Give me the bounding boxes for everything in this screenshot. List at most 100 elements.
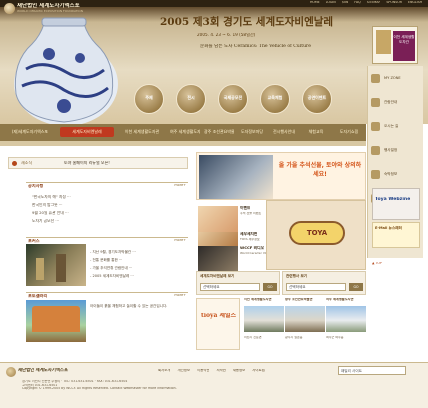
- gallery-photo[interactable]: [26, 300, 86, 342]
- museum-title: 광주 조선관요박물관: [285, 298, 313, 301]
- sales-text: tioya 세일즈: [201, 313, 237, 319]
- notice-more-link[interactable]: more+: [174, 184, 186, 188]
- museum-subtitle: 이천시 신둔면: [244, 336, 262, 339]
- festival-dates: 2005. 4. 23 ~ 6. 19 (58일간): [197, 33, 256, 37]
- biennale-select-box: 세계도자비엔날레 보기 선택하세요 GO: [196, 271, 280, 295]
- directions-icon: [371, 122, 380, 131]
- biennale-select[interactable]: 선택하세요: [200, 283, 260, 291]
- footer-link[interactable]: 회사소개: [158, 369, 170, 373]
- side-menu-lodging[interactable]: 숙박정보: [370, 168, 422, 182]
- museum-photo: [326, 306, 366, 332]
- myzone-icon: [371, 74, 380, 83]
- footer-link[interactable]: 개인정보: [177, 369, 189, 373]
- biennale-select-title: 세계도자비엔날레 보기: [200, 274, 235, 278]
- side-ad-banner[interactable]: 이천 세계생활도자관: [372, 26, 418, 64]
- side-menu-guide[interactable]: 관람안내: [370, 96, 422, 110]
- photo-more-link[interactable]: more+: [174, 294, 186, 298]
- list-item[interactable]: - 전통 문화를 통한 ···: [90, 258, 122, 262]
- top-nav-join[interactable]: JOIN: [342, 1, 349, 5]
- footer-link[interactable]: 저작권: [216, 369, 225, 373]
- news-ticker-label: 새소식: [21, 161, 33, 165]
- toya-logo-text: TOYA: [306, 229, 328, 237]
- biennale-go-button[interactable]: GO: [263, 283, 277, 291]
- event-go-button[interactable]: GO: [349, 283, 363, 291]
- list-item[interactable]: - 2005 세계도자비엔날레 ···: [90, 274, 134, 278]
- webzine-banner[interactable]: Toya Webzine: [372, 188, 420, 220]
- museum-subtitle: 여주군 여주읍: [326, 336, 344, 339]
- event-subtitle: 추석 선물 이벤트: [240, 212, 262, 215]
- event-select-box: 관련행사 보기 선택하세요 GO: [282, 271, 366, 295]
- nav-item-biennale[interactable]: 세계도자비엔날레: [60, 127, 114, 137]
- museum-thumb-gwangju[interactable]: 광주 조선관요박물관 광주시 실촌읍: [285, 298, 325, 350]
- nav-item-foundation[interactable]: (재)세계도자기엑스포: [4, 127, 56, 137]
- circle-theme[interactable]: 주제: [134, 84, 164, 114]
- list-item[interactable]: 9월 20일 휴관 안내 ···: [32, 211, 69, 215]
- sales-banner[interactable]: tioya 세일즈: [196, 298, 240, 350]
- chuseok-banner[interactable]: 올 가을 추석선물, 토야와 상의하세요!: [196, 152, 366, 200]
- top-link[interactable]: ▲ TOP: [372, 262, 382, 266]
- list-item[interactable]: - 지난 9월, 경기도자박물관 ···: [90, 250, 136, 254]
- top-nav-sponsor[interactable]: SPONSOR: [386, 1, 402, 5]
- list-item[interactable]: 도자기 공모전 ···: [32, 219, 59, 223]
- tax-title: 세무세지판: [240, 232, 258, 236]
- news-ticker-text[interactable]: 토야 홈페이지 리뉴얼 오픈!: [64, 161, 110, 166]
- side-menu-schedule-label: 행사일정: [384, 148, 398, 152]
- museum-thumb-icheon[interactable]: 이천 세계생활도자관 이천시 신둔면: [244, 298, 284, 350]
- footer-link[interactable]: 사이트맵: [252, 369, 264, 373]
- nav-item-shopping[interactable]: 도자기쇼핑: [334, 127, 364, 137]
- event-select[interactable]: 선택하세요: [286, 283, 346, 291]
- footer-logo-text: 재단법인 세계도자기엑스포: [18, 368, 69, 373]
- top-nav-home[interactable]: HOME: [310, 1, 320, 5]
- circle-events[interactable]: 공연이벤트: [302, 84, 332, 114]
- list-item[interactable]: 한국인의 밥그릇 ···: [32, 203, 63, 207]
- list-item[interactable]: - 가을 추석연휴 관람안내 ···: [90, 266, 132, 270]
- footer-address: 경기도 이천시 신둔면 수광리 · TEL: 031-631-6501 · FA…: [22, 380, 177, 391]
- top-nav-login[interactable]: LOGIN: [326, 1, 336, 5]
- circle-competition[interactable]: 국제공모전: [218, 84, 248, 114]
- footer-link[interactable]: 채용정보: [233, 369, 245, 373]
- nav-item-info[interactable]: 도자정보마당: [238, 127, 266, 137]
- side-menu-guide-label: 관람안내: [384, 100, 398, 104]
- museum-photo: [285, 306, 325, 332]
- nav-item-yeoju[interactable]: 여주 세계생활도자관: [170, 127, 200, 137]
- newsletter-label: E-Mail 뉴스레터: [375, 226, 402, 230]
- focus-photo[interactable]: [26, 244, 86, 286]
- top-nav-english[interactable]: ENGLISH: [408, 1, 422, 5]
- list-item[interactable]: "한국도자의 해" 지정 ···: [32, 195, 71, 199]
- side-menu-myzone[interactable]: MY ZONE: [370, 72, 422, 86]
- festival-title: 2005 제3회 경기도 세계도자비엔날레: [160, 16, 334, 28]
- top-nav-faq[interactable]: FAQ: [354, 1, 360, 5]
- vod-link[interactable]: WCCF 비디오 World Ceramic VOD: [196, 244, 270, 274]
- newsletter-banner[interactable]: E-Mail 뉴스레터: [372, 222, 420, 248]
- schedule-icon: [371, 146, 380, 155]
- museum-title: 여주 세계생활도자관: [326, 298, 354, 301]
- museum-thumb-yeoju[interactable]: 여주 세계생활도자관 여주군 여주읍: [326, 298, 366, 350]
- nav-item-exhibit[interactable]: 전시행사안내: [270, 127, 298, 137]
- circle-exhibition[interactable]: 전시: [176, 84, 206, 114]
- logo-mark-icon: [4, 3, 15, 14]
- family-site-select[interactable]: 패밀리 사이트: [338, 366, 406, 375]
- footer-link[interactable]: 이용약관: [197, 369, 209, 373]
- side-menu-lodging-label: 숙박정보: [384, 172, 398, 176]
- news-ticker[interactable]: 새소식 토야 홈페이지 리뉴얼 오픈!: [8, 157, 188, 169]
- museum-subtitle: 광주시 실촌읍: [285, 336, 303, 339]
- nav-item-gwangju[interactable]: 광주 조선관요박물관: [204, 127, 234, 137]
- side-menu-schedule[interactable]: 행사일정: [370, 144, 422, 158]
- nav-item-icheon[interactable]: 이천 세계생활도자관: [118, 127, 166, 137]
- notice-panel-title: 공지사항: [28, 184, 44, 188]
- event-select-title: 관련행사 보기: [286, 274, 308, 278]
- side-menu-directions-label: 오시는 길: [384, 124, 399, 128]
- main-nav: (재)세계도자기엑스포 세계도자비엔날레 이천 세계생활도자관 여주 세계생활도…: [0, 124, 366, 141]
- notice-panel: 공지사항 more+ "한국도자의 해" 지정 ··· 한국인의 밥그릇 ···…: [26, 182, 188, 232]
- top-nav-sitemap[interactable]: SITEMAP: [367, 1, 381, 5]
- toya-banner[interactable]: TOYA: [266, 200, 366, 270]
- circle-exhibition-label: 전시: [187, 95, 195, 100]
- focus-more-link[interactable]: more+: [174, 239, 186, 243]
- side-menu-directions[interactable]: 오시는 길: [370, 120, 422, 134]
- event-title: 이벤트: [240, 206, 251, 210]
- museum-title: 이천 세계생활도자관: [244, 298, 272, 301]
- circle-education[interactable]: 교육체험: [260, 84, 290, 114]
- nav-item-experience[interactable]: 체험교육: [302, 127, 330, 137]
- vod-thumb: [198, 246, 238, 272]
- footer-logo-mark-icon: [6, 367, 16, 377]
